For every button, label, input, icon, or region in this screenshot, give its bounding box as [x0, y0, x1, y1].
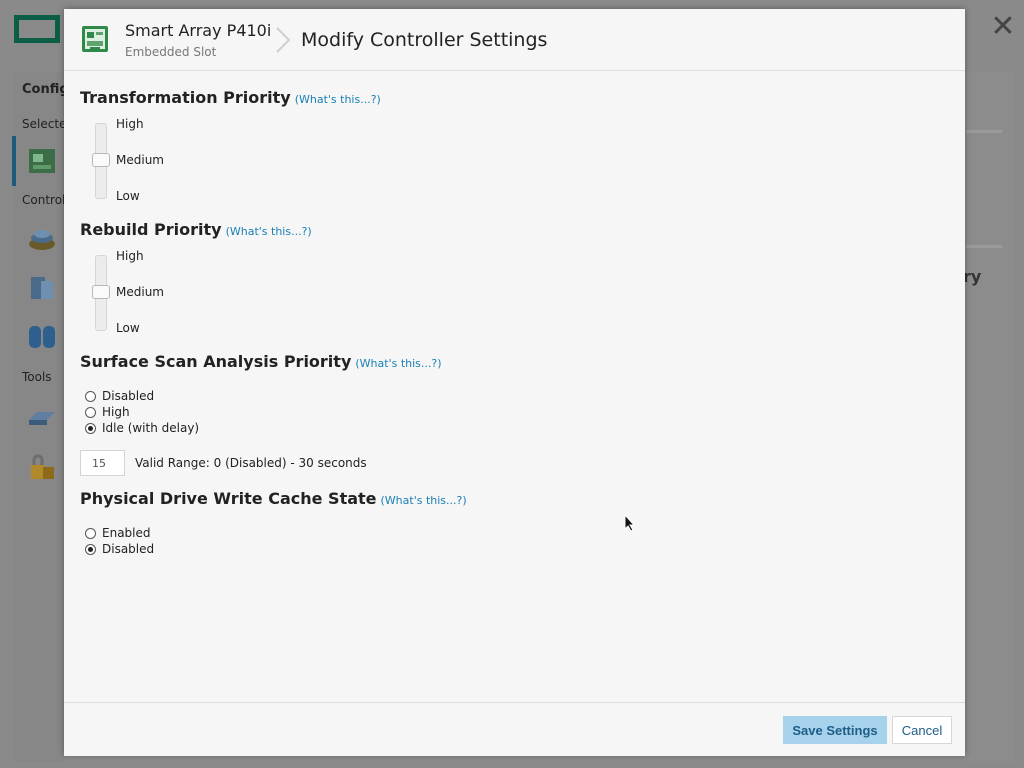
radio-button[interactable]: [85, 406, 96, 418]
transformation-priority-heading: Transformation Priority (What's this...?): [80, 88, 381, 107]
radio-option-enabled[interactable]: Enabled: [85, 525, 151, 541]
device-name: Smart Array P410i: [125, 21, 272, 40]
sidebar-controller-label: Control: [22, 193, 66, 207]
dialog-header: Smart Array P410i Embedded Slot Modify C…: [64, 9, 965, 71]
slider-thumb[interactable]: [92, 153, 110, 167]
section-title-text: Transformation Priority: [80, 88, 291, 107]
slider-label-medium: Medium: [116, 285, 164, 299]
radio-option-high[interactable]: High: [85, 404, 130, 420]
write-cache-state-heading: Physical Drive Write Cache State (What's …: [80, 489, 467, 508]
radio-option-idle[interactable]: Idle (with delay): [85, 420, 199, 436]
mouse-cursor-icon: [624, 514, 636, 532]
whats-this-link[interactable]: (What's this...?): [295, 93, 381, 106]
radio-label: Disabled: [102, 542, 155, 556]
radio-button[interactable]: [85, 527, 96, 539]
section-title-text: Physical Drive Write Cache State: [80, 489, 377, 508]
whats-this-link[interactable]: (What's this...?): [226, 225, 312, 238]
drive-cylinders-icon[interactable]: [27, 322, 57, 352]
radio-label: Disabled: [102, 389, 155, 403]
slider-thumb[interactable]: [92, 285, 110, 299]
save-settings-button[interactable]: Save Settings: [783, 716, 887, 744]
security-lock-icon[interactable]: [27, 452, 57, 482]
background-divider: [966, 245, 1002, 248]
slider-label-medium: Medium: [116, 153, 164, 167]
radio-button-selected[interactable]: [85, 422, 96, 434]
whats-this-link[interactable]: (What's this...?): [355, 357, 441, 370]
section-title-text: Surface Scan Analysis Priority: [80, 352, 352, 371]
breadcrumb-chevron-icon: [276, 27, 291, 53]
whats-this-link[interactable]: (What's this...?): [381, 494, 467, 507]
disk-drive-icon[interactable]: [27, 400, 57, 430]
radio-option-disabled[interactable]: Disabled: [85, 541, 154, 557]
sidebar-tools-label: Tools: [22, 370, 52, 384]
controller-card-icon[interactable]: [27, 146, 57, 176]
sidebar-selected-label: Selecte: [22, 117, 67, 131]
radio-option-disabled[interactable]: Disabled: [85, 388, 154, 404]
server-storage-icon[interactable]: [27, 273, 57, 303]
background-divider: [966, 130, 1002, 133]
cancel-button[interactable]: Cancel: [892, 716, 952, 744]
rebuild-priority-heading: Rebuild Priority (What's this...?): [80, 220, 312, 239]
radio-label: Idle (with delay): [102, 421, 200, 435]
device-slot: Embedded Slot: [125, 45, 217, 59]
radio-label: Enabled: [102, 526, 151, 540]
radio-label: High: [102, 405, 130, 419]
slider-label-high: High: [116, 117, 144, 131]
radio-button[interactable]: [85, 390, 96, 402]
slider-label-low: Low: [116, 189, 140, 203]
modify-controller-settings-dialog: Smart Array P410i Embedded Slot Modify C…: [64, 9, 965, 756]
slider-label-high: High: [116, 249, 144, 263]
idle-delay-input[interactable]: [80, 450, 125, 476]
close-icon[interactable]: ✕: [990, 12, 1016, 42]
slider-label-low: Low: [116, 321, 140, 335]
surface-scan-priority-heading: Surface Scan Analysis Priority (What's th…: [80, 352, 442, 371]
page-title: Modify Controller Settings: [301, 29, 548, 51]
controller-card-icon: [82, 26, 108, 52]
valid-range-text: Valid Range: 0 (Disabled) - 30 seconds: [135, 456, 367, 470]
disk-array-icon[interactable]: [27, 224, 57, 254]
sidebar-selection-indicator: [12, 136, 16, 186]
radio-button-selected[interactable]: [85, 543, 96, 555]
section-title-text: Rebuild Priority: [80, 220, 222, 239]
hpe-logo: [14, 15, 60, 43]
background-heading-fragment: ry: [963, 267, 982, 286]
dialog-footer: Save Settings Cancel: [64, 702, 965, 756]
